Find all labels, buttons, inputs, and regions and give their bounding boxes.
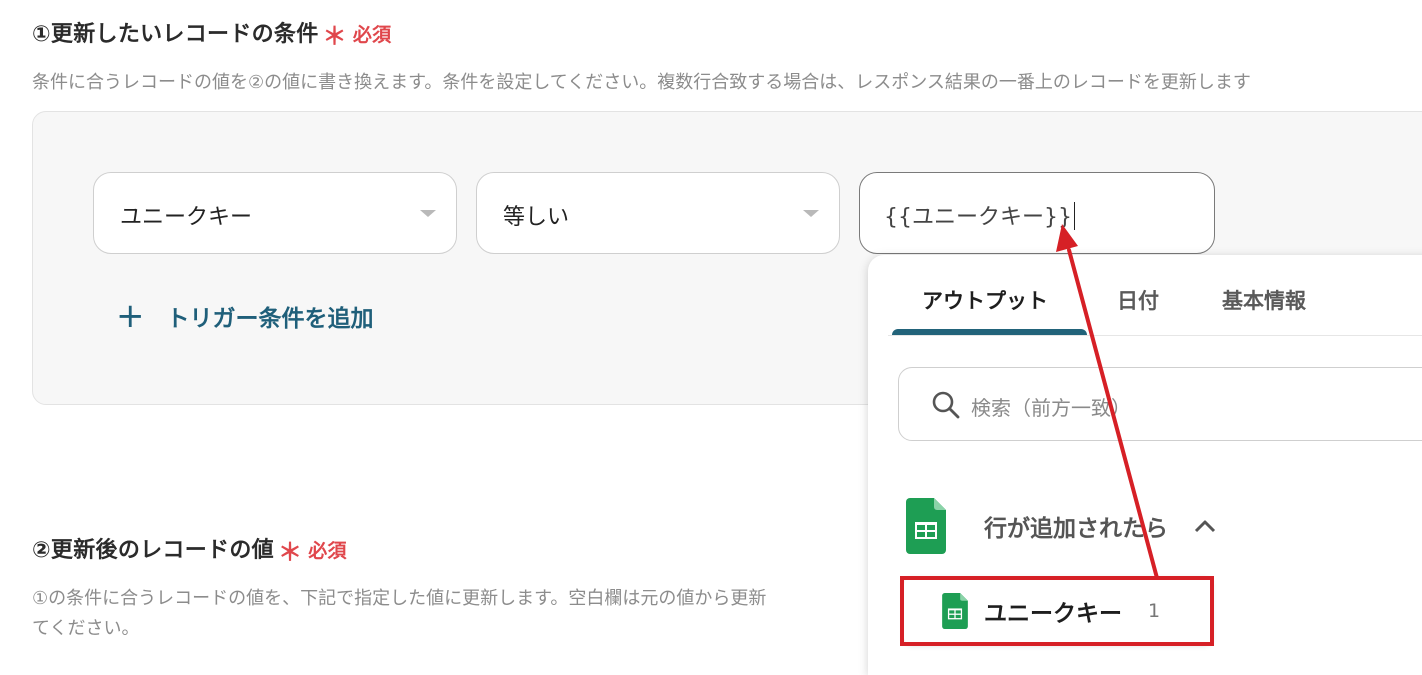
- output-picker-dropdown: アウトプット 日付 基本情報 検索（前方一致） 行が追加されたら ユニークキー …: [868, 255, 1422, 675]
- section2-description-line1: ①の条件に合うレコードの値を、下記で指定した値に更新します。空白欄は元の値から更…: [32, 588, 767, 609]
- google-sheets-icon: [942, 593, 968, 629]
- section1-description: 条件に合うレコードの値を②の値に書き換えます。条件を設定してください。複数行合致…: [32, 72, 1251, 93]
- tab-basic-info[interactable]: 基本情報: [1222, 285, 1306, 315]
- required-label: 必須: [308, 540, 347, 562]
- text-cursor: [1074, 202, 1075, 230]
- section1-title: ①更新したいレコードの条件＊必須: [32, 16, 391, 51]
- caret-down-icon: [420, 210, 436, 217]
- condition-value-text: {{ユニークキー}}: [884, 199, 1075, 231]
- field-select-value: ユニークキー: [120, 205, 253, 230]
- tab-date[interactable]: 日付: [1117, 285, 1159, 315]
- search-icon: [932, 391, 960, 419]
- operator-select[interactable]: 等しい: [476, 172, 840, 254]
- plus-icon: +: [116, 296, 145, 336]
- required-asterisk: ＊: [322, 22, 347, 50]
- search-placeholder: 検索（前方一致）: [971, 396, 1131, 420]
- chevron-up-icon: [1194, 520, 1216, 533]
- output-group-header[interactable]: 行が追加されたら: [906, 497, 1216, 555]
- operator-select-value: 等しい: [503, 205, 570, 230]
- required-asterisk: ＊: [277, 538, 303, 566]
- output-search-input[interactable]: 検索（前方一致）: [898, 367, 1422, 441]
- caret-down-icon: [803, 210, 819, 217]
- tab-output[interactable]: アウトプット: [922, 285, 1048, 315]
- section2-title-text: ②更新後のレコードの値: [32, 538, 274, 563]
- add-trigger-label: トリガー条件を追加: [166, 306, 374, 332]
- output-item-name: ユニークキー: [984, 601, 1122, 627]
- output-item-count: 1: [1148, 600, 1161, 622]
- tab-divider: [888, 335, 1422, 336]
- add-trigger-condition-button[interactable]: + トリガー条件を追加: [116, 296, 374, 336]
- field-select[interactable]: ユニークキー: [93, 172, 457, 254]
- output-group-label: 行が追加されたら: [984, 516, 1168, 542]
- output-item-unique-key[interactable]: ユニークキー 1: [904, 577, 1212, 645]
- google-sheets-icon: [906, 498, 946, 554]
- section2-title: ②更新後のレコードの値＊必須: [32, 532, 347, 567]
- condition-value-input[interactable]: {{ユニークキー}}: [859, 172, 1215, 254]
- section2-description-line2: てください。: [32, 618, 140, 639]
- section1-title-text: ①更新したいレコードの条件: [32, 22, 319, 47]
- required-label: 必須: [352, 24, 392, 46]
